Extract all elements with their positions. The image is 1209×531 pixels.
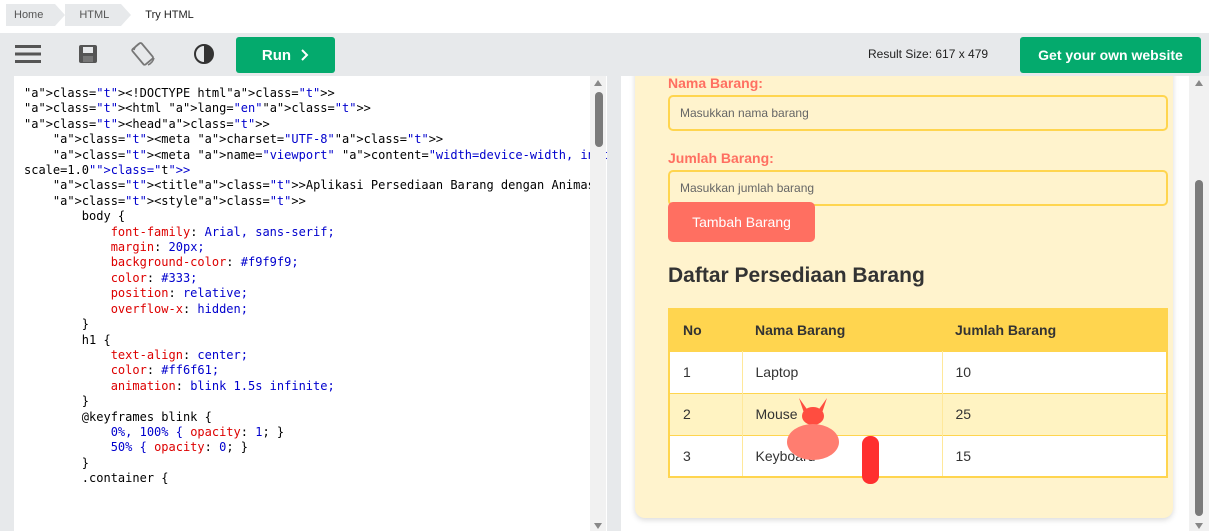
table-row: 2 Mouse 25	[669, 392, 1168, 435]
hamburger-icon[interactable]	[12, 39, 44, 69]
editor-scroll-up-icon[interactable]	[594, 80, 602, 86]
chevron-right-icon	[301, 49, 309, 61]
editor-scroll-thumb[interactable]	[595, 92, 603, 147]
cell-nama: Laptop	[742, 350, 943, 393]
breadcrumb-try-html: Try HTML	[145, 9, 194, 21]
inventory-table: No Nama Barang Jumlah Barang 1 Laptop 10…	[668, 308, 1168, 478]
qty-label: Jumlah Barang:	[668, 150, 774, 166]
breadcrumb: Home HTML Try HTML	[0, 0, 1209, 33]
name-input[interactable]: Masukkan nama barang	[668, 95, 1168, 131]
qty-input[interactable]: Masukkan jumlah barang	[668, 170, 1168, 206]
cell-no: 1	[669, 350, 743, 393]
result-frame: Nama Barang: Masukkan nama barang Jumlah…	[621, 76, 1189, 531]
cell-jumlah: 25	[942, 392, 1168, 435]
breadcrumb-html[interactable]: HTML	[65, 4, 132, 26]
breadcrumb-home[interactable]: Home	[6, 4, 66, 26]
floppy-disk-icon[interactable]	[72, 39, 104, 69]
run-button[interactable]: Run	[236, 37, 335, 73]
add-item-button[interactable]: Tambah Barang	[668, 202, 815, 242]
name-label: Nama Barang:	[668, 76, 763, 91]
cell-jumlah: 10	[942, 350, 1168, 393]
code-text[interactable]: "a">class="t"><!DOCTYPE html"a">class="t…	[24, 86, 607, 487]
cat-tail-icon	[862, 436, 879, 484]
table-row: 3 Keyboard 15	[669, 434, 1168, 477]
code-editor[interactable]: "a">class="t"><!DOCTYPE html"a">class="t…	[14, 76, 607, 531]
list-title: Daftar Persediaan Barang	[668, 264, 925, 287]
result-scroll-down-icon[interactable]	[1195, 523, 1203, 529]
cell-jumlah: 15	[942, 434, 1168, 477]
cat-animation-icon	[787, 398, 839, 460]
cell-no: 3	[669, 434, 743, 477]
run-label: Run	[261, 46, 292, 64]
editor-scroll-down-icon[interactable]	[594, 523, 602, 529]
table-header-row: No Nama Barang Jumlah Barang	[669, 309, 1167, 351]
cell-no: 2	[669, 392, 743, 435]
col-nama: Nama Barang	[742, 309, 942, 351]
contrast-icon[interactable]	[188, 39, 220, 69]
result-scroll-thumb[interactable]	[1195, 180, 1203, 516]
rotate-layout-icon[interactable]	[128, 39, 160, 69]
get-own-website-button[interactable]: Get your own website	[1020, 37, 1201, 73]
table-row: 1 Laptop 10	[669, 350, 1168, 393]
col-jumlah: Jumlah Barang	[942, 309, 1167, 351]
result-size: Result Size: 617 x 479	[868, 47, 989, 61]
inventory-card: Nama Barang: Masukkan nama barang Jumlah…	[635, 76, 1173, 518]
result-scroll-up-icon[interactable]	[1195, 80, 1203, 86]
col-no: No	[669, 309, 742, 351]
